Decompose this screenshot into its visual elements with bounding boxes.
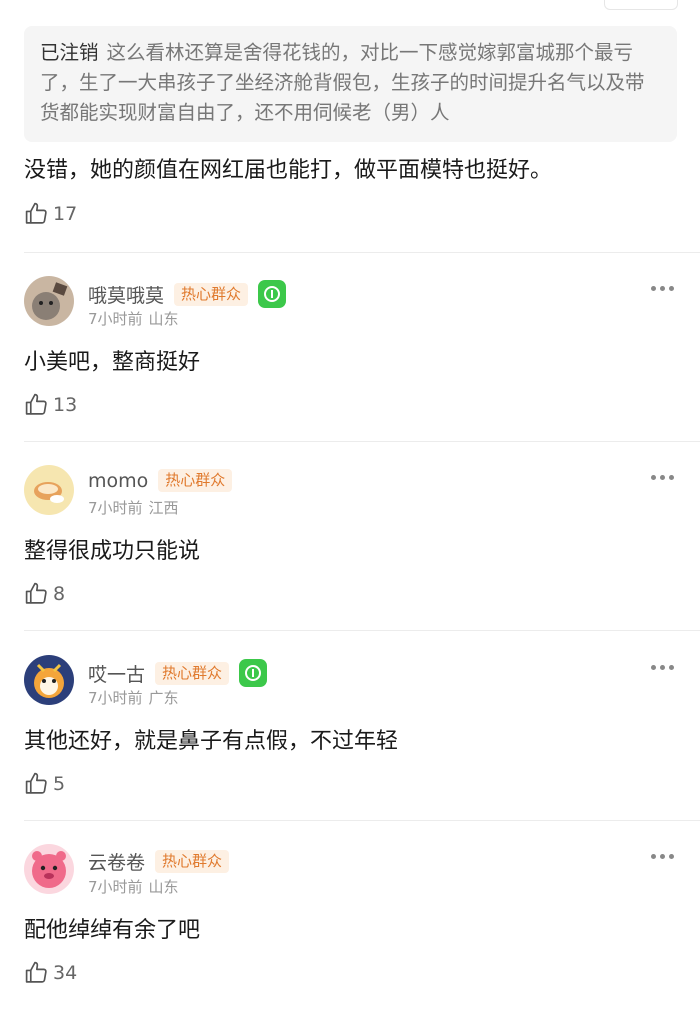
avatar[interactable] <box>24 276 74 326</box>
user-name-row: 哎一古 热心群众 <box>88 659 268 687</box>
more-dots-icon[interactable] <box>651 286 674 291</box>
comment-meta: 7小时前 山东 <box>88 876 179 897</box>
comment-meta: 7小时前 广东 <box>88 687 179 708</box>
divider <box>24 630 700 631</box>
divider <box>24 820 700 821</box>
reply-like-button[interactable]: 17 <box>24 201 77 226</box>
user-name[interactable]: momo <box>88 470 148 492</box>
comment-item: 哎一古 热心群众 7小时前 广东 其他还好，就是鼻子有点假，不过年轻 5 <box>0 655 700 835</box>
thumbs-up-icon <box>25 393 47 415</box>
comment-location: 广东 <box>148 689 179 707</box>
comment-time: 7小时前 <box>88 878 143 896</box>
quoted-comment: 已注销 这么看林还算是舍得花钱的，对比一下感觉嫁郭富城那个最亏了，生了一大串孩子了… <box>24 26 677 142</box>
user-name-row: 哦莫哦莫 热心群众 <box>88 280 287 308</box>
comment-text: 小美吧，整商挺好 <box>24 350 201 375</box>
comment-item: 云卷卷 热心群众 7小时前 山东 配他绰绰有余了吧 34 <box>0 844 700 1024</box>
avatar[interactable] <box>24 844 74 894</box>
like-count: 8 <box>53 582 66 605</box>
level-badge-icon <box>258 280 287 308</box>
reply-like-count: 17 <box>53 202 78 225</box>
like-count: 34 <box>53 961 78 984</box>
user-name[interactable]: 哦莫哦莫 <box>88 281 164 308</box>
comment-item: 哦莫哦莫 热心群众 7小时前 山东 小美吧，整商挺好 13 <box>0 276 700 456</box>
comment-time: 7小时前 <box>88 310 143 328</box>
divider <box>24 441 700 442</box>
thumbs-up-icon <box>25 961 47 983</box>
comment-text: 配他绰绰有余了吧 <box>24 918 201 943</box>
user-name[interactable]: 云卷卷 <box>88 848 145 875</box>
thumbs-up-icon <box>25 582 47 604</box>
more-dots-icon[interactable] <box>651 854 674 859</box>
user-badge: 热心群众 <box>155 661 230 685</box>
avatar[interactable] <box>24 465 74 515</box>
quoted-text: 这么看林还算是舍得花钱的，对比一下感觉嫁郭富城那个最亏了，生了一大串孩子了坐经济… <box>40 41 645 124</box>
user-badge: 热心群众 <box>174 282 249 306</box>
thumbs-up-icon <box>25 772 47 794</box>
thumbs-up-icon <box>25 202 47 224</box>
user-badge: 热心群众 <box>158 469 233 492</box>
comment-text: 其他还好，就是鼻子有点假，不过年轻 <box>24 729 399 754</box>
like-button[interactable]: 5 <box>24 771 65 796</box>
comment-text: 整得很成功只能说 <box>24 539 201 564</box>
user-badge: 热心群众 <box>155 850 230 873</box>
avatar[interactable] <box>24 655 74 705</box>
like-button[interactable]: 34 <box>24 960 77 985</box>
like-button[interactable]: 13 <box>24 392 77 417</box>
comment-time: 7小时前 <box>88 689 143 707</box>
user-name[interactable]: 哎一古 <box>88 660 145 687</box>
user-name-row: momo 热心群众 <box>88 469 233 492</box>
level-badge-icon <box>239 659 268 687</box>
quoted-user-name[interactable]: 已注销 <box>40 41 99 64</box>
like-button[interactable]: 8 <box>24 581 65 606</box>
user-name-row: 云卷卷 热心群众 <box>88 848 230 875</box>
more-dots-icon[interactable] <box>651 475 674 480</box>
top-edge-button[interactable] <box>604 0 678 10</box>
comment-meta: 7小时前 山东 <box>88 308 179 329</box>
like-count: 13 <box>53 393 78 416</box>
more-dots-icon[interactable] <box>651 665 674 670</box>
reply-text: 没错，她的颜值在网红届也能打，做平面模特也挺好。 <box>24 158 553 183</box>
divider <box>24 252 700 253</box>
comment-location: 江西 <box>148 499 179 517</box>
like-count: 5 <box>53 772 66 795</box>
comment-time: 7小时前 <box>88 499 143 517</box>
comment-location: 山东 <box>148 310 179 328</box>
comment-item: momo 热心群众 7小时前 江西 整得很成功只能说 8 <box>0 465 700 645</box>
comment-location: 山东 <box>148 878 179 896</box>
comment-meta: 7小时前 江西 <box>88 497 179 518</box>
